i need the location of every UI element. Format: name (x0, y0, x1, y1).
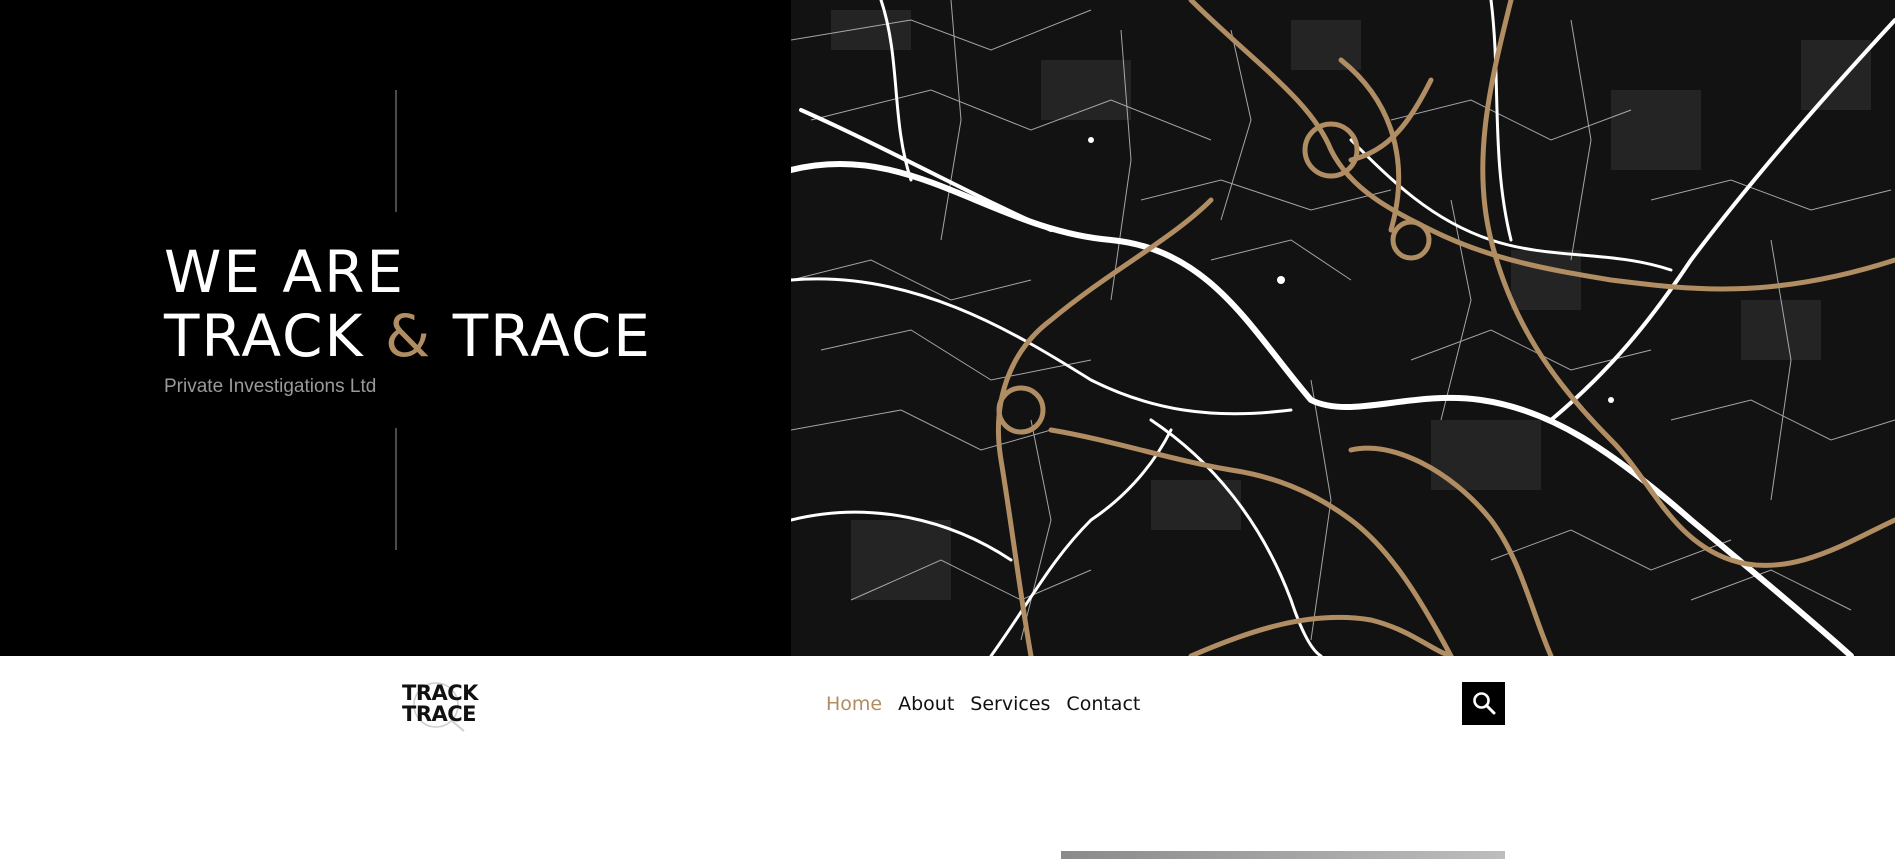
hero-panel: WE ARE TRACK & TRACE Private Investigati… (0, 0, 791, 656)
site-logo[interactable]: TRACK TRACE (398, 673, 488, 733)
hero-subtitle: Private Investigations Ltd (164, 376, 377, 397)
nav-item-home[interactable]: Home (826, 693, 882, 715)
divider-line-top (395, 90, 397, 212)
hero-headline: WE ARE TRACK & TRACE (164, 240, 652, 368)
logo-text-track: TRACK (402, 681, 478, 705)
nav-item-about[interactable]: About (898, 693, 954, 715)
search-button[interactable] (1462, 682, 1505, 725)
headline-line1: WE ARE (164, 238, 406, 306)
headline-word-a: TRACK (164, 302, 365, 370)
city-map-image (791, 0, 1895, 656)
nav-item-services[interactable]: Services (970, 693, 1050, 715)
site-header: TRACK TRACE Home About Services Contact (0, 656, 1895, 750)
logo-text-trace: TRACE (402, 702, 477, 726)
headline-ampersand: & (385, 302, 433, 370)
headline-word-b: TRACE (452, 302, 652, 370)
divider-line-bottom (395, 428, 397, 550)
content-image-top-edge (1061, 851, 1505, 859)
nav-item-contact[interactable]: Contact (1066, 693, 1140, 715)
hero-section: WE ARE TRACK & TRACE Private Investigati… (0, 0, 1895, 656)
main-nav: Home About Services Contact (826, 693, 1140, 715)
search-icon (1473, 692, 1496, 715)
